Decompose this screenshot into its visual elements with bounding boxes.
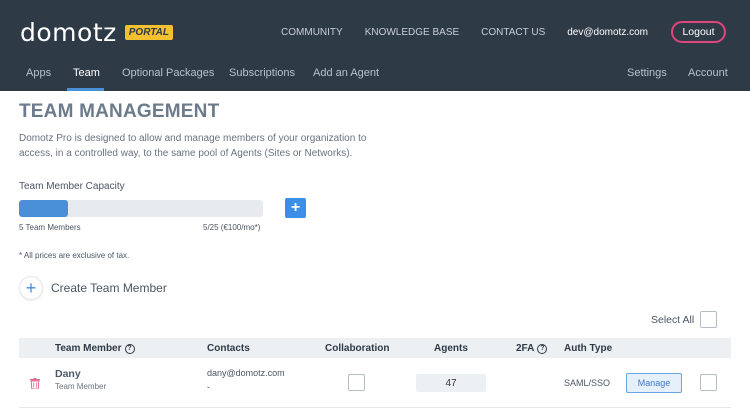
column-collaboration: Collaboration <box>325 343 389 354</box>
main-nav: Apps Team Optional Packages Subscription… <box>0 55 750 91</box>
plus-icon: + <box>290 199 301 216</box>
knowledge-base-link[interactable]: KNOWLEDGE BASE <box>365 27 459 38</box>
nav-account[interactable]: Account <box>688 67 728 79</box>
capacity-label: Team Member Capacity <box>19 181 125 192</box>
capacity-plan: 5/25 (€100/mo*) <box>203 223 261 232</box>
column-team-member: Team Member ? <box>55 343 135 354</box>
column-agents: Agents <box>434 343 468 354</box>
column-2fa-label: 2FA <box>516 343 535 354</box>
member-email: dany@domotz.com <box>207 368 285 378</box>
page-title: TEAM MANAGEMENT <box>19 101 220 122</box>
question-circle-icon[interactable]: ? <box>124 343 135 354</box>
trash-icon[interactable] <box>30 378 40 389</box>
manage-button[interactable]: Manage <box>626 373 682 393</box>
tax-note: * All prices are exclusive of tax. <box>19 251 130 260</box>
create-team-member-button[interactable]: + Create Team Member <box>19 276 167 300</box>
table-row: Dany Team Member dany@domotz.com - 47 SA… <box>19 358 731 408</box>
portal-badge: PORTAL <box>124 25 173 40</box>
nav-add-agent[interactable]: Add an Agent <box>313 67 379 79</box>
top-links: COMMUNITY KNOWLEDGE BASE CONTACT US dev@… <box>281 21 750 43</box>
select-all-checkbox[interactable] <box>700 311 717 328</box>
column-collaboration-label: Collaboration <box>325 343 390 354</box>
nav-settings[interactable]: Settings <box>627 67 667 79</box>
logout-button[interactable]: Logout <box>671 21 726 43</box>
column-contacts: Contacts <box>207 343 250 354</box>
nav-apps[interactable]: Apps <box>26 67 51 79</box>
column-2fa: 2FA ? <box>516 343 548 354</box>
column-auth-type-label: Auth Type <box>564 343 613 354</box>
top-navbar: domotz PORTAL COMMUNITY KNOWLEDGE BASE C… <box>0 0 750 91</box>
plus-icon: + <box>19 276 43 300</box>
active-tab-indicator <box>67 88 104 91</box>
column-contacts-label: Contacts <box>207 343 250 354</box>
nav-optional-packages[interactable]: Optional Packages <box>122 67 214 79</box>
auth-type-value: SAML/SSO <box>564 378 611 388</box>
agents-count: 47 <box>416 374 486 392</box>
page-description: Domotz Pro is designed to allow and mana… <box>19 133 367 159</box>
question-circle-icon[interactable]: ? <box>537 343 548 354</box>
member-phone: - <box>207 382 210 392</box>
nav-team[interactable]: Team <box>73 67 100 79</box>
community-link[interactable]: COMMUNITY <box>281 27 343 38</box>
nav-subscriptions[interactable]: Subscriptions <box>229 67 295 79</box>
user-email[interactable]: dev@domotz.com <box>567 27 648 38</box>
capacity-progress-fill <box>19 200 68 217</box>
logo-text: domotz <box>20 18 117 47</box>
logo[interactable]: domotz PORTAL <box>20 18 173 47</box>
capacity-progress-bar <box>19 200 263 217</box>
row-select-checkbox[interactable] <box>700 374 717 391</box>
contact-us-link[interactable]: CONTACT US <box>481 27 545 38</box>
member-role: Team Member <box>55 382 107 391</box>
collaboration-checkbox[interactable] <box>348 374 365 391</box>
column-team-member-label: Team Member <box>55 343 122 354</box>
column-auth-type: Auth Type <box>564 343 612 354</box>
create-team-member-label: Create Team Member <box>51 281 167 295</box>
select-all-label: Select All <box>651 314 695 326</box>
column-agents-label: Agents <box>434 343 468 354</box>
member-name[interactable]: Dany <box>55 368 81 380</box>
add-capacity-button[interactable]: + <box>285 198 306 218</box>
table-header: Team Member ? Contacts Collaboration Age… <box>19 338 731 358</box>
capacity-members-count: 5 Team Members <box>19 223 81 232</box>
